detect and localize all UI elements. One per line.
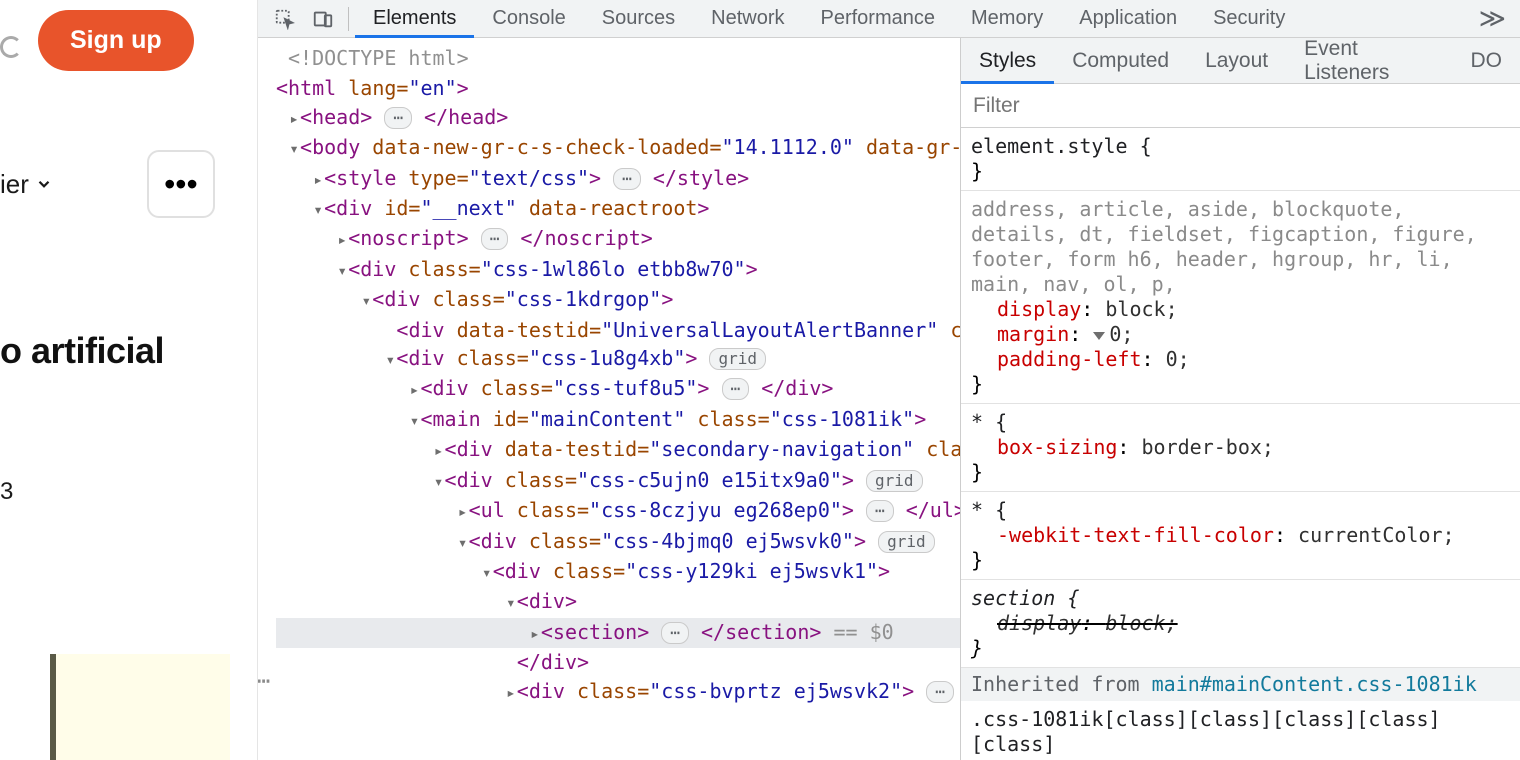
dropdown-label: ier <box>0 169 29 200</box>
tab-dom-overflow[interactable]: DO <box>1453 38 1520 83</box>
device-toggle-icon[interactable] <box>304 8 342 30</box>
inspect-element-icon[interactable] <box>266 8 304 30</box>
styles-filter-row <box>961 84 1520 128</box>
rule-reset: address, article, aside, blockquote, det… <box>961 191 1520 404</box>
tab-memory[interactable]: Memory <box>953 0 1061 37</box>
tab-computed[interactable]: Computed <box>1054 38 1187 83</box>
tab-event-listeners[interactable]: Event Listeners <box>1286 38 1452 83</box>
overflow-menu-button[interactable]: ••• <box>147 150 215 218</box>
dom-tree-panel[interactable]: ⋯ <!DOCTYPE html> <html lang="en"> ▸<hea… <box>258 38 961 760</box>
rule-section: section { display: block; } <box>961 580 1520 668</box>
styles-panel: Styles Computed Layout Event Listeners D… <box>961 38 1520 760</box>
tab-console[interactable]: Console <box>474 0 583 37</box>
styles-rules[interactable]: element.style { } address, article, asid… <box>961 128 1520 760</box>
rule-css1081ik: .css-1081ik[class][class][class][class][… <box>961 701 1520 760</box>
gutter-more-icon[interactable]: ⋯ <box>258 668 270 696</box>
number-fragment: 3 <box>0 478 13 506</box>
inherited-from-bar: Inherited from main#mainContent.css-1081… <box>961 668 1520 701</box>
tab-layout[interactable]: Layout <box>1187 38 1286 83</box>
page-left-pane: Sign up ier ••• o artificial 3 <box>0 0 258 760</box>
tab-sources[interactable]: Sources <box>584 0 693 37</box>
sign-up-button[interactable]: Sign up <box>38 10 194 71</box>
rule-element-style: element.style { } <box>961 128 1520 191</box>
rule-box-sizing: * { box-sizing: border-box; } <box>961 404 1520 492</box>
loading-spinner-icon <box>0 36 22 58</box>
chevron-down-icon <box>35 175 53 193</box>
tab-network[interactable]: Network <box>693 0 802 37</box>
styles-tab-bar: Styles Computed Layout Event Listeners D… <box>961 38 1520 84</box>
separator <box>348 7 349 31</box>
tab-security[interactable]: Security <box>1195 0 1303 37</box>
styles-filter-input[interactable] <box>961 94 1520 118</box>
tab-application[interactable]: Application <box>1061 0 1195 37</box>
tab-performance[interactable]: Performance <box>803 0 954 37</box>
dropdown-trigger[interactable]: ier <box>0 169 53 200</box>
devtools-panel: Elements Console Sources Network Perform… <box>258 0 1520 760</box>
tabs-overflow-icon[interactable]: ≫ <box>1479 3 1520 34</box>
tab-elements[interactable]: Elements <box>355 0 474 37</box>
image-placeholder <box>50 654 230 760</box>
dropdown-row: ier ••• <box>0 150 215 218</box>
devtools-body: ⋯ <!DOCTYPE html> <html lang="en"> ▸<hea… <box>258 38 1520 760</box>
tab-styles[interactable]: Styles <box>961 38 1054 83</box>
rule-text-fill: * { -webkit-text-fill-color: currentColo… <box>961 492 1520 580</box>
devtools-tab-bar: Elements Console Sources Network Perform… <box>258 0 1520 38</box>
headline-fragment: o artificial <box>0 330 164 372</box>
